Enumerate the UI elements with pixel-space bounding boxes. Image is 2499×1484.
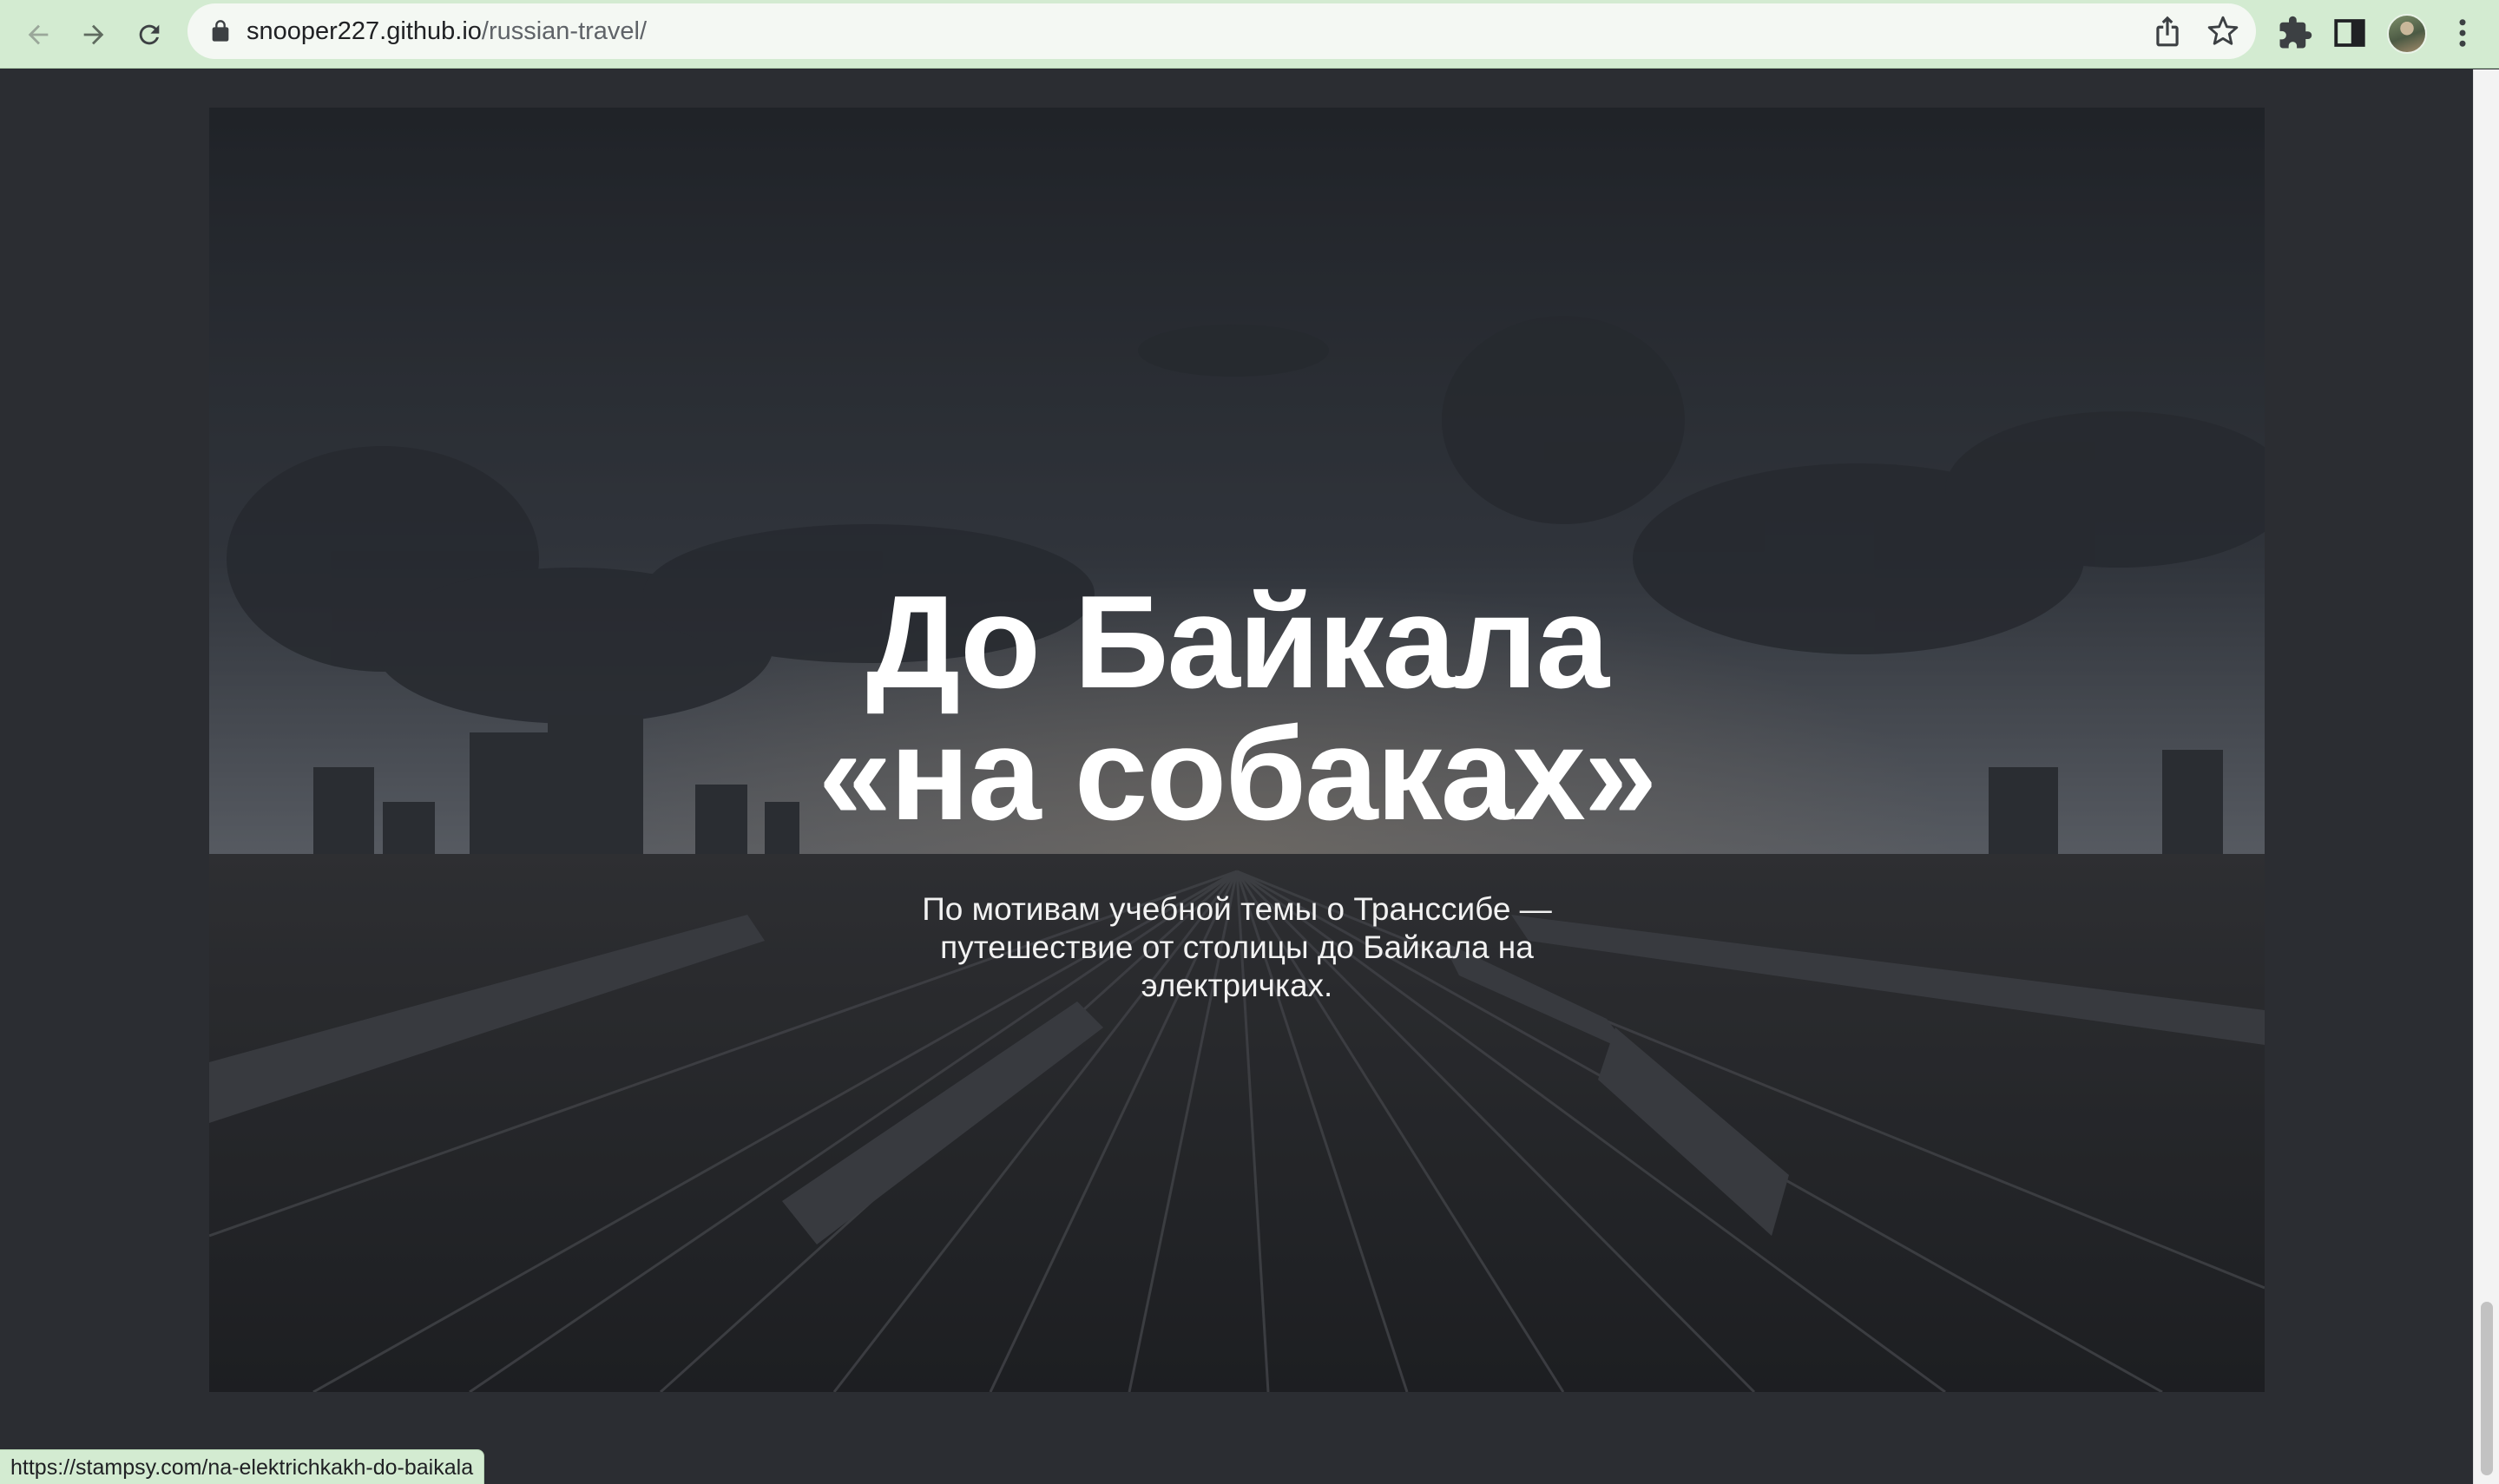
- star-icon: [2207, 16, 2239, 45]
- scrollbar-thumb[interactable]: [2481, 1302, 2493, 1475]
- share-icon: [2156, 16, 2179, 47]
- address-bar[interactable]: snooper227.github.io/russian-travel/: [187, 3, 2256, 59]
- hero-subtitle: По мотивам учебной темы о Транссибе — пу…: [922, 891, 1552, 1003]
- arrow-left-icon: [28, 24, 49, 45]
- arrow-right-icon: [83, 24, 104, 45]
- side-panel-icon: [2334, 19, 2365, 47]
- hero-section: До Байкала «на собаках» По мотивам учебн…: [209, 108, 2265, 1392]
- back-button[interactable]: [16, 12, 61, 57]
- reload-button[interactable]: [127, 12, 172, 57]
- url-host: snooper227.github.io: [247, 17, 482, 45]
- bookmark-button[interactable]: [2206, 15, 2239, 48]
- hero-title-line-1: До Байкала: [865, 568, 1609, 716]
- forward-button[interactable]: [71, 12, 116, 57]
- puzzle-icon: [2279, 16, 2312, 49]
- page-content: До Байкала «на собаках» По мотивам учебн…: [0, 69, 2473, 1484]
- lock-icon[interactable]: [208, 19, 233, 43]
- extensions-button[interactable]: [2277, 15, 2313, 51]
- url-path: /russian-travel/: [481, 17, 648, 45]
- side-panel-button[interactable]: [2331, 15, 2368, 51]
- reload-icon: [139, 24, 160, 45]
- hero-title-line-2: «на собаках»: [818, 700, 1658, 848]
- kebab-menu-icon: [2459, 19, 2466, 47]
- share-button[interactable]: [2151, 15, 2184, 48]
- browser-toolbar: snooper227.github.io/russian-travel/: [0, 0, 2499, 69]
- link-status-bubble: https://stampsy.com/na-elektrichkakh-do-…: [0, 1449, 485, 1484]
- page-scrollbar[interactable]: [2473, 69, 2499, 1484]
- profile-avatar[interactable]: [2387, 14, 2427, 54]
- hero-title: До Байкала «на собаках»: [209, 576, 2265, 840]
- url-text[interactable]: snooper227.github.io/russian-travel/: [247, 3, 647, 59]
- browser-menu-button[interactable]: [2444, 15, 2481, 51]
